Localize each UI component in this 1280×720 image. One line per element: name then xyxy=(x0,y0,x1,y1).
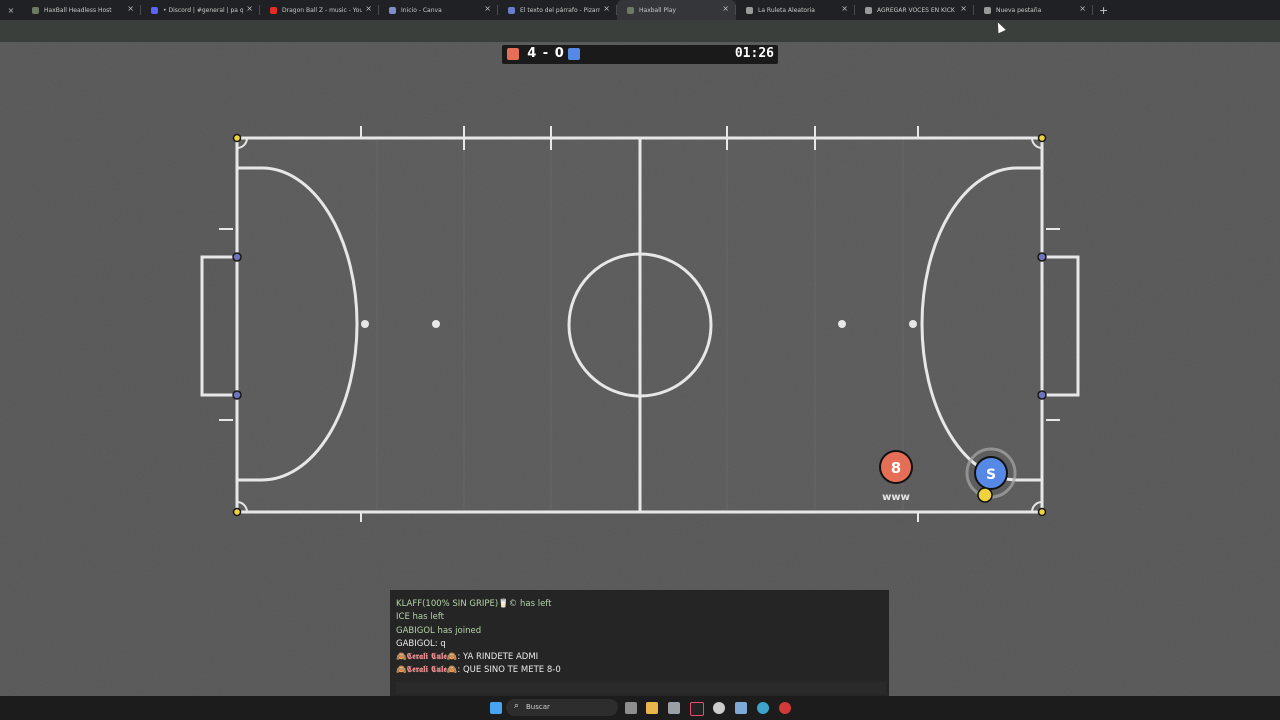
chat-log: KLAFF(100% SIN GRIPE)🥛© has left ICE has … xyxy=(396,598,876,678)
match-clock: 01:26 xyxy=(734,46,774,61)
chat-author: 🙈𝕮𝖊𝖗𝖆𝖑𝖎 𝕮𝖚𝖑𝖊🙈 xyxy=(396,665,458,676)
ball xyxy=(977,487,993,503)
scoreboard: 4 - 0 01:26 xyxy=(502,45,778,64)
chat-text: : QUE SINO TE METE 8-0 xyxy=(457,665,561,676)
windows-icon[interactable] xyxy=(490,702,502,714)
chat-message: 🙈𝕮𝖊𝖗𝖆𝖑𝖎 𝕮𝖚𝖑𝖊🙈: YA RINDETE ADMI xyxy=(396,651,876,664)
red-team-icon xyxy=(507,48,519,60)
tiktok-icon[interactable] xyxy=(690,702,704,716)
edit-icon[interactable] xyxy=(668,702,680,714)
red-player: 8 www xyxy=(879,450,913,503)
os-taskbar: ⌕ Buscar xyxy=(0,696,1280,720)
chat-message: 🙈𝕮𝖊𝖗𝖆𝖑𝖎 𝕮𝖚𝖑𝖊🙈: QUE SINO TE METE 8-0 xyxy=(396,664,876,677)
chat-text: : YA RINDETE ADMI xyxy=(457,652,539,663)
search-icon: ⌕ xyxy=(514,701,520,711)
blue-player-avatar: S xyxy=(986,467,996,483)
edge-icon[interactable] xyxy=(757,702,769,714)
chat-text: GABIGOL: q xyxy=(396,638,446,649)
chat-panel: KLAFF(100% SIN GRIPE)🥛© has left ICE has … xyxy=(390,590,889,696)
opera-icon[interactable] xyxy=(779,702,791,714)
chat-text: GABIGOL has joined xyxy=(396,625,482,636)
file-explorer-icon[interactable] xyxy=(625,702,637,714)
red-player-name: www xyxy=(882,492,910,503)
chat-message: ICE has left xyxy=(396,611,876,624)
score: 4 - 0 xyxy=(527,46,565,61)
chat-message: GABIGOL: q xyxy=(396,638,876,651)
notepad-icon[interactable] xyxy=(735,702,747,714)
chat-author: 🙈𝕮𝖊𝖗𝖆𝖑𝖎 𝕮𝖚𝖑𝖊🙈 xyxy=(396,652,458,663)
chat-message: GABIGOL has joined xyxy=(396,625,876,638)
taskbar-search[interactable]: ⌕ Buscar xyxy=(506,699,618,716)
search-label: Buscar xyxy=(526,703,550,711)
chrome-icon[interactable] xyxy=(713,702,725,714)
chat-input[interactable] xyxy=(396,682,886,694)
chat-text: KLAFF(100% SIN GRIPE)🥛© has left xyxy=(396,599,552,609)
blue-team-icon xyxy=(568,48,580,60)
chat-message: KLAFF(100% SIN GRIPE)🥛© has left xyxy=(396,598,876,611)
folder-icon[interactable] xyxy=(646,702,658,714)
blue-player: S xyxy=(965,447,1017,499)
chat-text: ICE has left xyxy=(396,612,445,623)
red-player-avatar: 8 xyxy=(891,459,901,477)
